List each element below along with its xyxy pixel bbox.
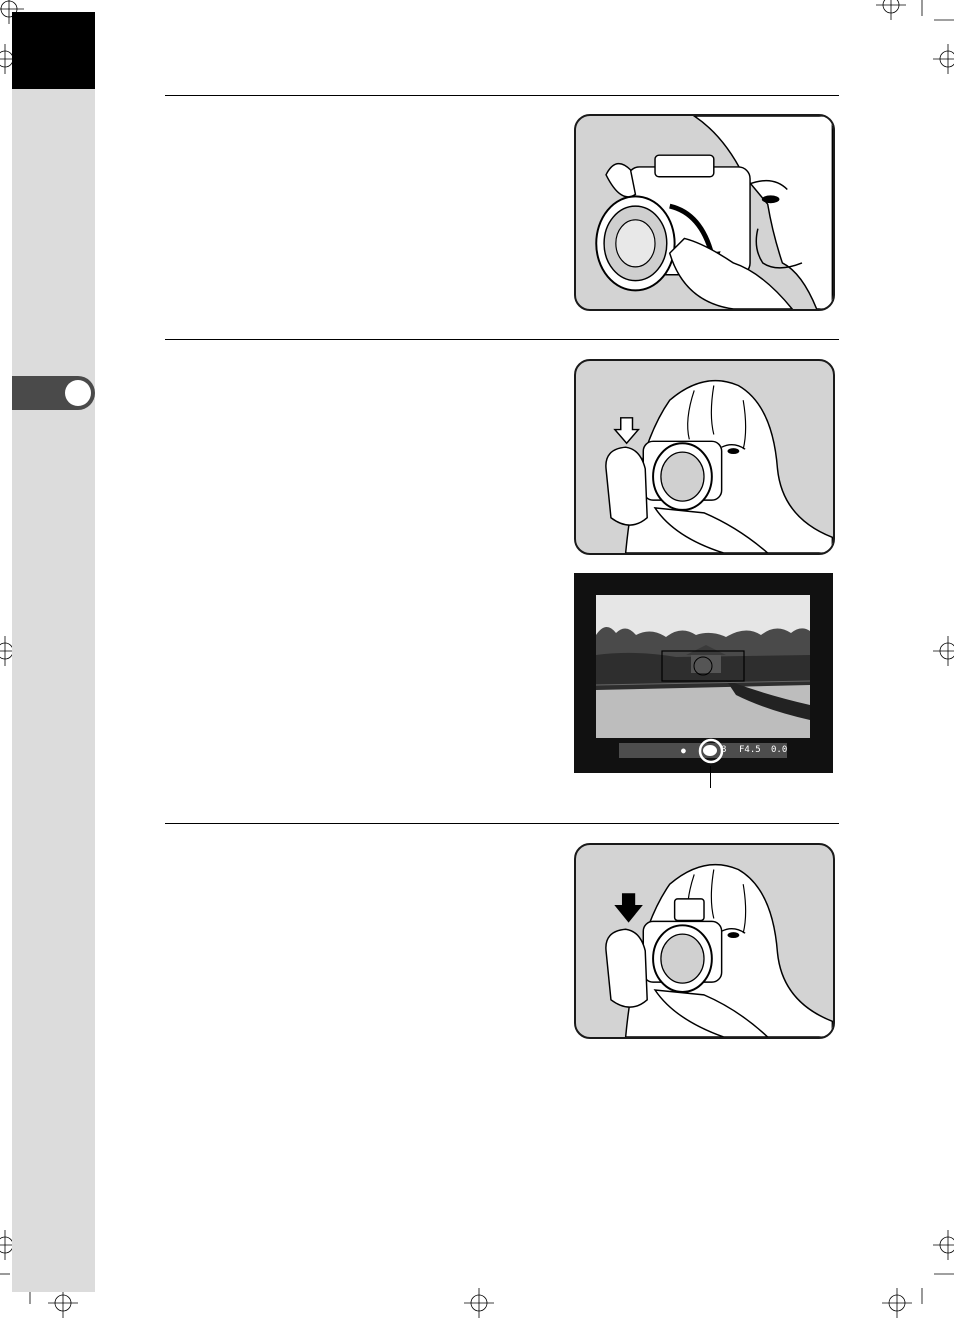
scene-drawing	[596, 595, 810, 738]
registration-mark-right-upper	[933, 44, 954, 74]
full-press-drawing	[605, 863, 833, 1037]
focus-indicator-callout-circle	[698, 738, 724, 764]
chapter-number-circle	[65, 380, 91, 406]
illustration-full-press	[574, 843, 835, 1039]
chapter-sidebar	[12, 12, 95, 1292]
registration-mark-top-right	[876, 0, 906, 20]
registration-mark-right-middle	[933, 636, 954, 666]
crop-mark-bottom-right	[921, 1273, 954, 1304]
zoom-ring-drawing	[595, 116, 833, 309]
chapter-header-tab	[12, 12, 95, 89]
viewfinder-scene	[596, 595, 810, 738]
section-rule-2	[165, 339, 839, 340]
registration-mark-right-lower	[933, 1230, 954, 1260]
crop-mark-top-right	[921, 0, 954, 21]
aperture-value: F4.5	[739, 745, 761, 755]
chapter-index-tab	[12, 376, 95, 410]
registration-mark-bottom-left	[48, 1288, 78, 1318]
illustration-zoom-ring	[574, 114, 835, 311]
viewfinder-display: ● 8 F4.5 0.0	[574, 573, 833, 773]
exposure-compensation-value: 0.0	[771, 745, 788, 755]
section-rule-1	[165, 95, 839, 96]
registration-mark-bottom-center	[464, 1288, 494, 1318]
section-rule-3	[165, 823, 839, 824]
illustration-half-press	[574, 359, 835, 555]
focus-indicator-leader-line	[710, 766, 711, 788]
half-press-drawing	[605, 379, 833, 553]
registration-mark-bottom-right	[882, 1288, 912, 1318]
flash-indicator-icon: ●	[681, 746, 686, 755]
